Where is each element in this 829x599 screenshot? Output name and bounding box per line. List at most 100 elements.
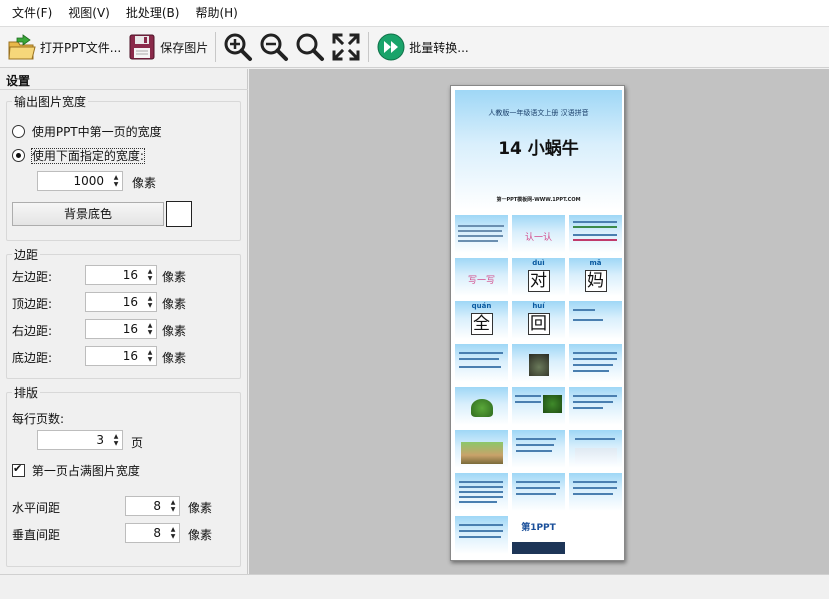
- checkbox-label: 第一页占满图片宽度: [31, 464, 140, 478]
- radio-button-selected[interactable]: [12, 149, 25, 162]
- margins-group: 边距 左边距: 16 ▲ ▼ 像素 顶边距: 16 ▲ ▼ 像素 右边距: 16 ▲…: [6, 246, 241, 379]
- margin-right-unit: 像素: [162, 324, 187, 338]
- first-page-full-width-checkbox[interactable]: 第一页占满图片宽度: [12, 462, 140, 479]
- margin-right-value[interactable]: 16: [86, 322, 144, 336]
- spin-arrows-icon[interactable]: ▲ ▼: [167, 524, 179, 542]
- slide-thumbnail: [455, 473, 508, 511]
- save-image-button[interactable]: 保存图片: [124, 29, 211, 65]
- toolbar-separator: [215, 32, 217, 62]
- radio-first-page-width[interactable]: 使用PPT中第一页的宽度: [12, 123, 162, 140]
- pinyin-text: quán: [471, 302, 492, 310]
- preview-image[interactable]: 人教版一年级语文上册 汉语拼音 14 小蜗牛 第一PPT模板网-WWW.1PPT…: [450, 85, 625, 561]
- pinyin-text: huí: [532, 302, 545, 310]
- margin-top-value[interactable]: 16: [86, 295, 144, 309]
- slide-thumbnail: [455, 344, 508, 382]
- margin-top-spinbox[interactable]: 16 ▲ ▼: [85, 292, 157, 312]
- slide-thumbnail: [512, 344, 565, 382]
- slide-thumbnail: [455, 430, 508, 468]
- slide-thumbnail: [455, 215, 508, 253]
- slide-thumbnail: [569, 473, 622, 511]
- margin-right-spinbox[interactable]: 16 ▲ ▼: [85, 319, 157, 339]
- cover-footer: 第一PPT模板网-WWW.1PPT.COM: [496, 197, 581, 203]
- vertical-gap-label: 垂直间距: [12, 528, 61, 542]
- slide-thumbnail: [512, 430, 565, 468]
- zoom-in-button[interactable]: [220, 29, 256, 65]
- spin-arrows-icon[interactable]: ▲ ▼: [144, 293, 156, 311]
- width-value[interactable]: 1000: [38, 174, 110, 188]
- zoom-actual-button[interactable]: [292, 29, 328, 65]
- radio-label: 使用PPT中第一页的宽度: [31, 125, 162, 139]
- radio-button[interactable]: [12, 125, 25, 138]
- status-bar: [0, 574, 829, 599]
- spin-arrows-icon[interactable]: ▲ ▼: [110, 431, 122, 449]
- slide-thumbnail: 写一写: [455, 258, 508, 296]
- xieyixie-text: 写一写: [467, 276, 495, 287]
- batch-convert-label: 批量转换...: [409, 40, 469, 55]
- zoom-out-button[interactable]: [256, 29, 292, 65]
- margin-bottom-spinbox[interactable]: 16 ▲ ▼: [85, 346, 157, 366]
- pages-per-row-value[interactable]: 3: [38, 433, 110, 447]
- margin-bottom-label: 底边距:: [12, 351, 53, 365]
- pages-per-row-unit: 页: [131, 436, 144, 450]
- spin-arrows-icon[interactable]: ▲ ▼: [144, 320, 156, 338]
- fast-forward-icon: [377, 33, 405, 61]
- fit-window-button[interactable]: [328, 29, 364, 65]
- group-title-layout: 排版: [12, 384, 41, 401]
- menu-view[interactable]: 视图(V): [60, 0, 118, 26]
- vertical-gap-value[interactable]: 8: [126, 526, 167, 540]
- spin-arrows-icon[interactable]: ▲ ▼: [144, 266, 156, 284]
- slide-thumbnail: quán 全: [455, 301, 508, 339]
- margin-left-spinbox[interactable]: 16 ▲ ▼: [85, 265, 157, 285]
- margin-top-unit: 像素: [162, 297, 187, 311]
- group-title-output-width: 输出图片宽度: [12, 93, 89, 110]
- margin-right-label: 右边距:: [12, 324, 53, 338]
- pages-per-row-spinbox[interactable]: 3 ▲ ▼: [37, 430, 123, 450]
- vertical-gap-unit: 像素: [188, 528, 213, 542]
- pinyin-text: mā: [589, 259, 602, 267]
- background-color-swatch[interactable]: [166, 201, 192, 227]
- toolbar-separator: [368, 32, 370, 62]
- cover-slide: 人教版一年级语文上册 汉语拼音 14 小蜗牛 第一PPT模板网-WWW.1PPT…: [455, 90, 622, 210]
- save-image-label: 保存图片: [160, 40, 209, 55]
- menu-batch[interactable]: 批处理(B): [118, 0, 188, 26]
- horizontal-gap-value[interactable]: 8: [126, 499, 167, 513]
- horizontal-gap-label: 水平间距: [12, 501, 61, 515]
- expand-icon: [332, 33, 360, 61]
- horizontal-gap-spinbox[interactable]: 8 ▲ ▼: [125, 496, 180, 516]
- cover-title: 14 小蜗牛: [498, 139, 579, 159]
- character-box: 对: [527, 269, 550, 292]
- width-unit-label: 像素: [132, 176, 157, 190]
- background-color-button[interactable]: 背景底色: [12, 202, 164, 226]
- spin-arrows-icon[interactable]: ▲ ▼: [167, 497, 179, 515]
- spin-arrows-icon[interactable]: ▲ ▼: [144, 347, 156, 365]
- group-title-margins: 边距: [12, 246, 41, 263]
- pinyin-text: duì: [532, 259, 545, 267]
- menu-help[interactable]: 帮助(H): [187, 0, 245, 26]
- margin-left-value[interactable]: 16: [86, 268, 144, 282]
- slide-thumbnail: 认一认: [512, 215, 565, 253]
- menu-file[interactable]: 文件(F): [4, 0, 60, 26]
- slide-thumbnail: [569, 387, 622, 425]
- open-ppt-button[interactable]: 打开PPT文件...: [4, 29, 124, 65]
- preview-area[interactable]: 人教版一年级语文上册 汉语拼音 14 小蜗牛 第一PPT模板网-WWW.1PPT…: [249, 69, 829, 574]
- vertical-gap-spinbox[interactable]: 8 ▲ ▼: [125, 523, 180, 543]
- margin-left-label: 左边距:: [12, 270, 53, 284]
- slide-thumbnail: huí 回: [512, 301, 565, 339]
- width-spinbox[interactable]: 1000 ▲ ▼: [37, 171, 123, 191]
- output-width-group: 输出图片宽度 使用PPT中第一页的宽度 使用下面指定的宽度: 1000 ▲ ▼ 像…: [6, 93, 241, 241]
- checkbox-checked[interactable]: [12, 462, 25, 477]
- spin-arrows-icon[interactable]: ▲ ▼: [110, 172, 122, 190]
- slide-thumbnail: mā 妈: [569, 258, 622, 296]
- margin-left-unit: 像素: [162, 270, 187, 284]
- radio-custom-width[interactable]: 使用下面指定的宽度:: [12, 147, 145, 164]
- character-box: 全: [470, 312, 493, 335]
- divider: [0, 89, 248, 90]
- batch-convert-button[interactable]: 批量转换...: [373, 29, 471, 65]
- slide-thumbnail: 第1PPT: [512, 516, 565, 554]
- floppy-disk-icon: [129, 34, 155, 60]
- layout-group: 排版 每行页数: 3 ▲▼ 页 第一页占满图片宽度 水平间距 8 ▲▼ 像素 垂…: [6, 384, 241, 567]
- zoom-in-icon: [224, 33, 253, 61]
- margin-top-label: 顶边距:: [12, 297, 53, 311]
- margin-bottom-value[interactable]: 16: [86, 349, 144, 363]
- slide-thumbnail: [455, 516, 508, 554]
